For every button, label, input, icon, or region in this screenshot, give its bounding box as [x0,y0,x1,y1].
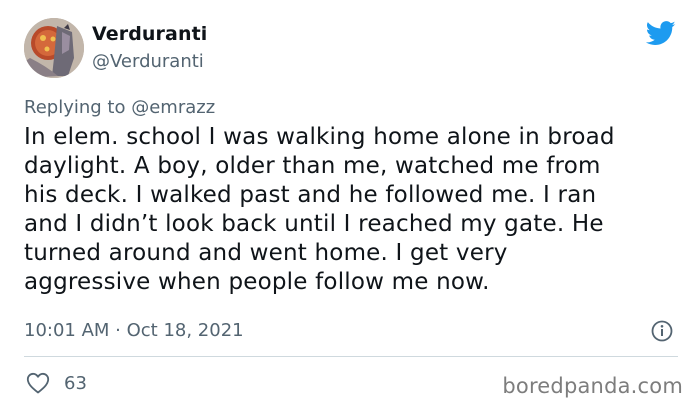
like-count: 63 [64,373,87,394]
reply-context: Replying to @emrazz [24,97,215,118]
twitter-bird-icon[interactable] [645,21,676,46]
tweet-text: In elem. school I was walking home alone… [24,123,676,297]
tweet-text-line: daylight. A boy, older than me, watched … [24,153,601,179]
divider [24,356,678,357]
watermark-text: boredpanda.com [502,374,683,398]
tweet-text-line: his deck. I walked past and he followed … [24,182,597,208]
tweet-text-line: and I didn’t look back until I reached m… [24,211,604,237]
info-icon[interactable] [651,320,673,342]
tweet-timestamp[interactable]: 10:01 AM · Oct 18, 2021 [24,320,244,341]
avatar-portrait [24,18,84,78]
author-display-name[interactable]: Verduranti [92,23,207,45]
tweet-text-line: aggressive when people follow me now. [24,269,490,295]
tweet-text-line: turned around and went home. I get very [24,240,508,266]
reply-prefix: Replying to [24,97,126,118]
reply-mention-link[interactable]: @emrazz [131,97,215,118]
avatar[interactable] [24,18,84,78]
heart-icon[interactable] [26,372,50,394]
author-handle[interactable]: @Verduranti [92,51,204,72]
tweet-text-line: In elem. school I was walking home alone… [24,124,615,150]
tweet-card: Verduranti @Verduranti Replying to @emra… [0,0,700,410]
